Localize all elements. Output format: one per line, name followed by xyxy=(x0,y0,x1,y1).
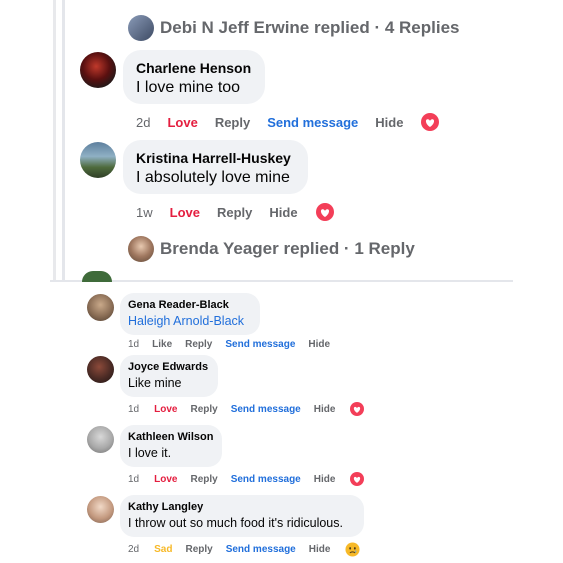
avatar[interactable] xyxy=(87,496,114,523)
timestamp[interactable]: 2d xyxy=(136,115,150,130)
hide-button[interactable]: Hide xyxy=(375,115,403,130)
like-button[interactable]: Like xyxy=(152,339,172,350)
love-heart-icon[interactable] xyxy=(350,402,365,416)
reply-button[interactable]: Reply xyxy=(215,115,250,130)
love-reaction-button[interactable]: Love xyxy=(170,205,200,220)
thread-line xyxy=(62,0,65,282)
replied-text: Debi N Jeff Erwine replied · 4 Replies xyxy=(160,18,460,37)
tagged-user-link[interactable]: Haleigh Arnold-Black xyxy=(128,314,244,328)
commenter-name[interactable]: Kathleen Wilson xyxy=(128,431,213,443)
avatar xyxy=(82,271,112,282)
love-reaction-button[interactable]: Love xyxy=(154,474,177,485)
comment-text: I love mine too xyxy=(136,79,241,96)
avatar[interactable] xyxy=(80,52,116,88)
hide-button[interactable]: Hide xyxy=(269,205,297,220)
timestamp[interactable]: 2d xyxy=(128,544,139,555)
reply-button[interactable]: Reply xyxy=(190,404,217,415)
send-message-button[interactable]: Send message xyxy=(226,544,296,555)
reply-button[interactable]: Reply xyxy=(185,339,212,350)
avatar[interactable] xyxy=(80,142,116,178)
hide-button[interactable]: Hide xyxy=(309,544,331,555)
reply-button[interactable]: Reply xyxy=(185,544,212,555)
love-heart-icon[interactable] xyxy=(315,203,334,221)
comment-text: Like mine xyxy=(128,376,182,390)
timestamp[interactable]: 1w xyxy=(136,205,153,220)
commenter-name[interactable]: Joyce Edwards xyxy=(128,361,208,373)
love-reaction-button[interactable]: Love xyxy=(167,115,197,130)
sad-reaction-button[interactable]: Sad xyxy=(154,544,172,555)
comment-actions: 2d Love Reply Send message Hide xyxy=(136,112,440,132)
avatar xyxy=(128,236,154,262)
timestamp[interactable]: 1d xyxy=(128,339,139,350)
love-heart-icon[interactable] xyxy=(421,113,440,131)
hide-button[interactable]: Hide xyxy=(308,339,330,350)
avatar xyxy=(128,15,154,41)
avatar[interactable] xyxy=(87,426,114,453)
send-message-button[interactable]: Send message xyxy=(267,115,358,130)
replied-text: Brenda Yeager replied · 1 Reply xyxy=(160,239,415,258)
comment-actions: 1w Love Reply Hide xyxy=(136,202,334,222)
love-reaction-button[interactable]: Love xyxy=(154,404,177,415)
reply-button[interactable]: Reply xyxy=(217,205,252,220)
sad-face-icon[interactable] xyxy=(345,541,360,557)
hide-button[interactable]: Hide xyxy=(314,404,336,415)
timestamp[interactable]: 1d xyxy=(128,404,139,415)
commenter-name[interactable]: Kathy Langley xyxy=(128,501,203,513)
avatar[interactable] xyxy=(87,294,114,321)
view-replies-link[interactable]: Brenda Yeager replied · 1 Reply xyxy=(128,235,415,263)
send-message-button[interactable]: Send message xyxy=(231,404,301,415)
comment-actions: 1d Like Reply Send message Hide xyxy=(128,337,330,351)
love-heart-icon[interactable] xyxy=(350,472,365,486)
reply-button[interactable]: Reply xyxy=(190,474,217,485)
comment-actions: 1d Love Reply Send message Hide xyxy=(128,402,365,416)
comment-text: I throw out so much food it's ridiculous… xyxy=(128,516,343,530)
timestamp[interactable]: 1d xyxy=(128,474,139,485)
view-replies-link[interactable]: Debi N Jeff Erwine replied · 4 Replies xyxy=(128,14,459,42)
comment-text: I absolutely love mine xyxy=(136,169,290,186)
comment-actions: 1d Love Reply Send message Hide xyxy=(128,472,365,486)
top-panel-bottom-border xyxy=(50,280,513,282)
thread-line xyxy=(53,0,56,282)
commenter-name[interactable]: Charlene Henson xyxy=(136,60,251,76)
hide-button[interactable]: Hide xyxy=(314,474,336,485)
send-message-button[interactable]: Send message xyxy=(231,474,301,485)
comment-text: I love it. xyxy=(128,446,172,460)
commenter-name[interactable]: Kristina Harrell-Huskey xyxy=(136,150,291,166)
avatar[interactable] xyxy=(87,356,114,383)
comment-actions: 2d Sad Reply Send message Hide xyxy=(128,541,360,557)
send-message-button[interactable]: Send message xyxy=(225,339,295,350)
commenter-name[interactable]: Gena Reader-Black xyxy=(128,299,229,311)
